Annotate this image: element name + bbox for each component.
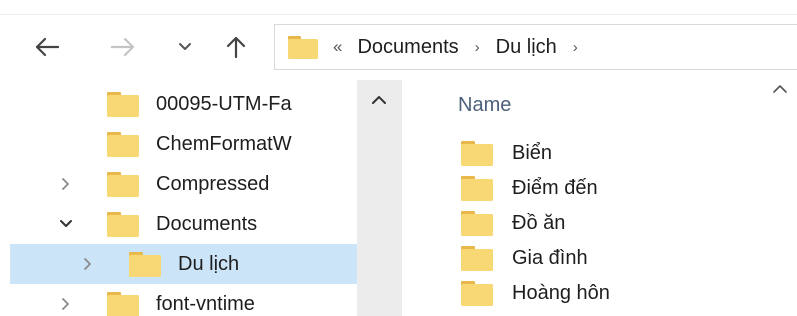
- breadcrumb-documents[interactable]: Documents: [355, 34, 460, 61]
- navigation-pane: 00095-UTM-Fa ChemFormatW Compressed Docu…: [0, 80, 402, 316]
- forward-button[interactable]: [100, 30, 146, 64]
- folder-icon: [460, 208, 496, 238]
- folder-icon: [460, 278, 496, 308]
- ribbon-divider: [0, 14, 797, 15]
- chevron-right-icon[interactable]: [78, 254, 98, 274]
- list-item-label: Hoàng hôn: [512, 281, 610, 304]
- list-item[interactable]: Biển: [460, 136, 552, 170]
- tree-item-label: 00095-UTM-Fa: [156, 92, 292, 115]
- tree-item-label: font-vntime: [156, 292, 255, 315]
- folder-icon: [106, 169, 142, 199]
- list-item[interactable]: Đồ ăn: [460, 206, 565, 240]
- breadcrumb-du-lich[interactable]: Du lịch: [494, 34, 559, 61]
- list-item-label: Điểm đến: [512, 176, 598, 199]
- list-item-label: Biển: [512, 141, 553, 164]
- tree-item-label: ChemFormatW: [156, 132, 292, 155]
- tree-item-compressed[interactable]: Compressed: [10, 164, 357, 204]
- column-header-name[interactable]: Name: [458, 94, 511, 117]
- folder-icon: [460, 138, 496, 168]
- chevron-down-icon: [179, 43, 191, 50]
- list-item[interactable]: Gia đình: [460, 241, 588, 275]
- tree-item-label: Du lịch: [178, 252, 240, 275]
- tree-item-label: Compressed: [156, 172, 270, 195]
- sort-ascending-icon: [770, 82, 790, 96]
- folder-icon: [106, 89, 142, 119]
- file-list: Name Biển Điểm đến Đồ ăn Gia đình Hoàng …: [408, 80, 797, 316]
- folder-icon: [106, 289, 142, 316]
- folder-icon: [106, 209, 142, 239]
- up-button[interactable]: [214, 30, 258, 64]
- back-button[interactable]: [24, 30, 70, 64]
- arrow-up-icon: [226, 36, 246, 59]
- recent-locations-button[interactable]: [170, 30, 200, 64]
- tree-item-label: Documents: [156, 212, 258, 235]
- navigation-bar: « Documents › Du lịch ›: [0, 0, 797, 92]
- folder-icon: [460, 243, 496, 273]
- navigation-scrollbar[interactable]: [357, 80, 402, 316]
- chevron-right-icon[interactable]: [56, 174, 76, 194]
- folder-icon: [106, 129, 142, 159]
- list-item[interactable]: Điểm đến: [460, 171, 598, 205]
- tree-item-font-vntime[interactable]: font-vntime: [10, 284, 357, 316]
- arrow-right-icon: [110, 37, 135, 57]
- tree-item-chemformat[interactable]: ChemFormatW: [10, 124, 357, 164]
- breadcrumb-separator[interactable]: ›: [475, 39, 480, 56]
- folder-icon: [128, 249, 164, 279]
- folder-icon: [460, 173, 496, 203]
- arrow-left-icon: [35, 37, 60, 57]
- list-item-label: Gia đình: [512, 246, 588, 269]
- address-bar[interactable]: « Documents › Du lịch ›: [274, 24, 797, 70]
- chevron-down-icon[interactable]: [56, 214, 76, 234]
- scroll-up-icon[interactable]: [369, 92, 389, 108]
- list-item-label: Đồ ăn: [512, 211, 566, 234]
- address-overflow-chevron[interactable]: «: [333, 37, 343, 57]
- tree-item-documents[interactable]: Documents: [10, 204, 357, 244]
- tree-item-du-lich[interactable]: Du lịch: [10, 244, 357, 284]
- tree-item-00095-utm[interactable]: 00095-UTM-Fa: [10, 84, 357, 124]
- breadcrumb-separator[interactable]: ›: [573, 39, 578, 56]
- folder-icon: [287, 33, 321, 61]
- chevron-right-icon[interactable]: [56, 294, 76, 314]
- list-item[interactable]: Hoàng hôn: [460, 276, 610, 310]
